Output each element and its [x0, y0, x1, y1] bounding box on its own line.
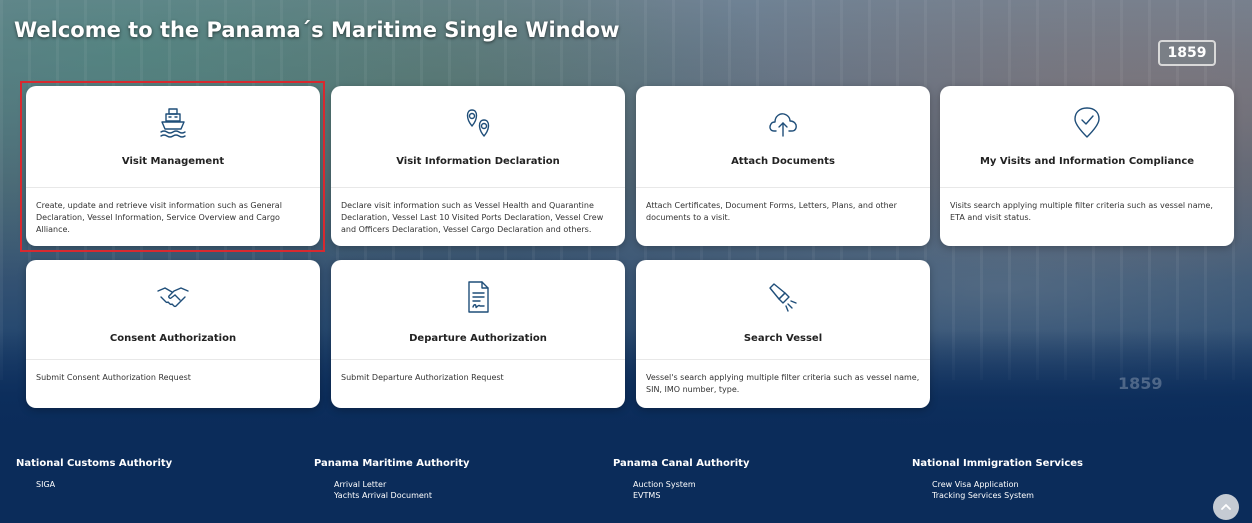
card-consent-authorization[interactable]: Consent Authorization Submit Consent Aut… — [26, 260, 320, 408]
card-description: Submit Consent Authorization Request — [36, 373, 191, 382]
card-description: Vessel's search applying multiple filter… — [646, 373, 920, 394]
card-description: Create, update and retrieve visit inform… — [36, 201, 282, 234]
signed-document-icon — [461, 280, 495, 314]
handshake-icon — [156, 280, 190, 314]
footer-column-canal: Panama Canal Authority Auction System EV… — [613, 458, 749, 501]
card-search-vessel[interactable]: Search Vessel Vessel's search applying m… — [636, 260, 930, 408]
chevron-up-icon — [1221, 504, 1231, 510]
card-visit-information-declaration[interactable]: Visit Information Declaration Declare vi… — [331, 86, 625, 246]
ship-number-badge-faded: 1859 — [1118, 374, 1163, 393]
card-header: Search Vessel — [636, 260, 930, 360]
card-my-visits-compliance[interactable]: My Visits and Information Compliance Vis… — [940, 86, 1234, 246]
card-header: Consent Authorization — [26, 260, 320, 360]
ship-number-badge: 1859 — [1158, 40, 1216, 66]
card-attach-documents[interactable]: Attach Documents Attach Certificates, Do… — [636, 86, 930, 246]
card-description: Attach Certificates, Document Forms, Let… — [646, 201, 897, 222]
footer-heading: National Immigration Services — [912, 458, 1084, 469]
card-title: My Visits and Information Compliance — [979, 156, 1195, 167]
footer-link-arrival-letter[interactable]: Arrival Letter — [334, 479, 470, 490]
footer-link-crew-visa[interactable]: Crew Visa Application — [932, 479, 1083, 490]
flashlight-icon — [766, 280, 800, 314]
location-check-icon — [1070, 106, 1104, 140]
ship-icon — [156, 106, 190, 140]
footer-heading: Panama Maritime Authority — [314, 458, 470, 469]
map-pins-icon — [461, 106, 495, 140]
footer-column-customs: National Customs Authority SIGA — [16, 458, 172, 490]
card-description: Submit Departure Authorization Request — [341, 373, 504, 382]
card-description: Visits search applying multiple filter c… — [950, 201, 1213, 222]
card-description: Declare visit information such as Vessel… — [341, 201, 604, 234]
footer-link-tracking-services[interactable]: Tracking Services System — [932, 490, 1083, 501]
footer-heading: Panama Canal Authority — [613, 458, 750, 469]
scroll-to-top-button[interactable] — [1213, 494, 1239, 520]
card-visit-management[interactable]: Visit Management Create, update and retr… — [26, 86, 320, 246]
card-title: Consent Authorization — [109, 333, 237, 344]
footer-link-yachts-arrival[interactable]: Yachts Arrival Document — [334, 490, 470, 501]
page-title: Welcome to the Panama´s Maritime Single … — [14, 18, 620, 42]
card-departure-authorization[interactable]: Departure Authorization Submit Departure… — [331, 260, 625, 408]
footer-heading: National Customs Authority — [16, 458, 173, 469]
footer-column-immigration: National Immigration Services Crew Visa … — [912, 458, 1083, 501]
footer: National Customs Authority SIGA Panama M… — [0, 448, 1252, 523]
card-title: Visit Management — [121, 156, 225, 167]
card-header: Visit Management — [26, 86, 320, 188]
card-title: Departure Authorization — [409, 333, 547, 344]
footer-link-evtms[interactable]: EVTMS — [633, 490, 749, 501]
cloud-upload-icon — [766, 106, 800, 140]
footer-link-siga[interactable]: SIGA — [36, 479, 172, 490]
card-title: Visit Information Declaration — [396, 156, 560, 167]
card-title: Search Vessel — [743, 333, 823, 344]
footer-column-maritime: Panama Maritime Authority Arrival Letter… — [314, 458, 470, 501]
card-header: Departure Authorization — [331, 260, 625, 360]
card-header: Attach Documents — [636, 86, 930, 188]
card-header: Visit Information Declaration — [331, 86, 625, 188]
card-header: My Visits and Information Compliance — [940, 86, 1234, 188]
footer-link-auction-system[interactable]: Auction System — [633, 479, 749, 490]
card-title: Attach Documents — [731, 156, 835, 167]
